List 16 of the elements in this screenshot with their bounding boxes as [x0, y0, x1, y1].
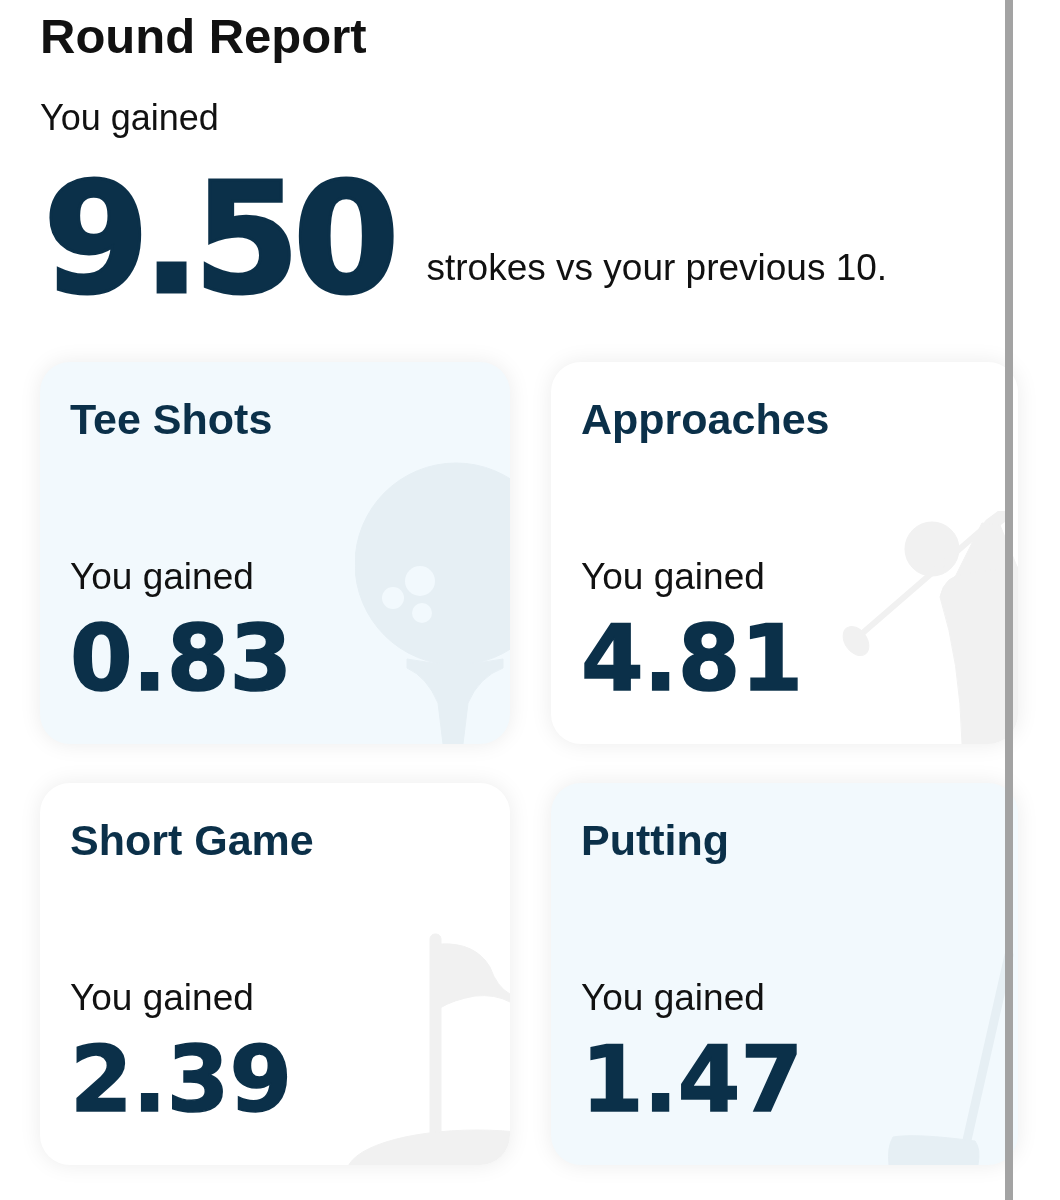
card-value: 0.83	[70, 614, 293, 704]
card-title: Short Game	[70, 819, 314, 862]
card-title: Approaches	[581, 398, 830, 441]
card-title: Putting	[581, 819, 730, 862]
card-value: 2.39	[70, 1035, 293, 1125]
card-label: You gained	[581, 558, 765, 595]
summary-label: You gained	[40, 100, 219, 136]
card-value: 4.81	[581, 614, 804, 704]
card-title: Tee Shots	[70, 398, 273, 441]
comparison-caption: strokes vs your previous 10.	[426, 249, 888, 286]
page-title: Round Report	[40, 12, 367, 61]
card-label: You gained	[581, 979, 765, 1016]
card-value: 1.47	[581, 1035, 804, 1125]
strokes-gained-value: 9.50	[42, 163, 393, 316]
card-label: You gained	[70, 558, 254, 595]
card-label: You gained	[70, 979, 254, 1016]
